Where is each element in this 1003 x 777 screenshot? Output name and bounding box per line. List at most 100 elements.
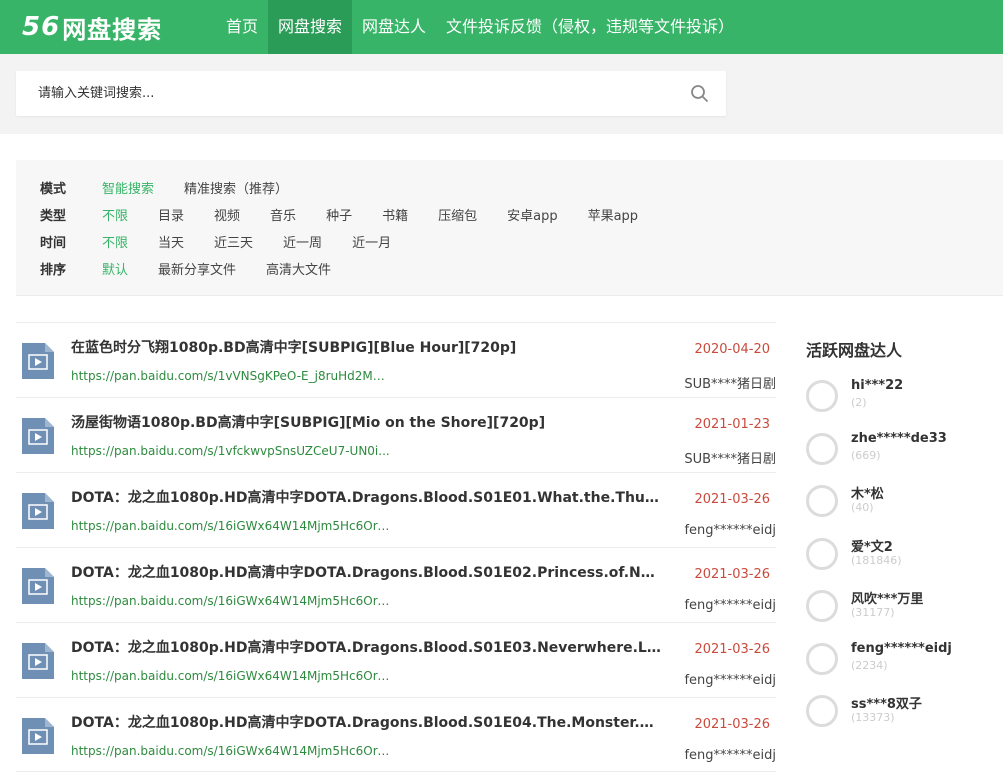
result-link[interactable]: https://pan.baidu.com/s/1vVNSgKPeO-E_j8r… — [71, 369, 391, 383]
uploader-item[interactable]: 风吹***万里 (31177) — [806, 588, 996, 628]
filter-sort-default[interactable]: 默认 — [102, 259, 128, 278]
result-link[interactable]: https://pan.baidu.com/s/1vfckwvpSnsUZCeU… — [71, 444, 391, 458]
result-uploader[interactable]: feng******eidj — [684, 748, 776, 763]
filter-type-book[interactable]: 书籍 — [382, 205, 408, 224]
uploader-count: (2) — [851, 396, 867, 409]
filter-type-ios-app[interactable]: 苹果app — [588, 205, 638, 224]
search-icon[interactable] — [690, 84, 710, 104]
uploader-count: (181846) — [851, 554, 902, 567]
uploader-name: 爱*文2 — [851, 540, 893, 555]
search-input[interactable] — [16, 71, 676, 116]
result-link[interactable]: https://pan.baidu.com/s/16iGWx64W14Mjm5H… — [71, 669, 391, 683]
filter-label: 排序 — [40, 262, 67, 278]
filter-type-torrent[interactable]: 种子 — [326, 205, 352, 224]
nav-complaint-feedback[interactable]: 文件投诉反馈（侵权，违规等文件投诉） — [436, 0, 744, 54]
result-date: 2020-04-20 — [694, 342, 770, 357]
result-title[interactable]: DOTA：龙之血1080p.HD高清中字DOTA.Dragons.Blood.S… — [71, 562, 661, 582]
result-uploader[interactable]: feng******eidj — [684, 523, 776, 538]
top-header: 56 网盘搜索 首页 网盘搜索 网盘达人 文件投诉反馈（侵权，违规等文件投诉） — [0, 0, 1003, 54]
filter-time-month[interactable]: 近一月 — [352, 232, 391, 251]
video-file-icon — [22, 418, 54, 454]
video-file-icon — [22, 493, 54, 529]
nav-home[interactable]: 首页 — [216, 0, 268, 54]
result-uploader[interactable]: SUB****猪日剧 — [684, 448, 776, 467]
filter-type-folder[interactable]: 目录 — [158, 205, 184, 224]
avatar-ring-icon — [806, 485, 838, 517]
result-date: 2021-03-26 — [694, 642, 770, 657]
video-file-icon — [22, 643, 54, 679]
filter-row-sort: 排序 默认 最新分享文件 高清大文件 — [40, 258, 361, 278]
result-item: DOTA：龙之血1080p.HD高清中字DOTA.Dragons.Blood.S… — [16, 547, 776, 622]
filter-sort-newest[interactable]: 最新分享文件 — [158, 259, 236, 278]
filter-mode-exact[interactable]: 精准搜索（推荐） — [184, 178, 288, 197]
result-item: DOTA：龙之血1080p.HD高清中字DOTA.Dragons.Blood.S… — [16, 622, 776, 697]
result-item: 在蓝色时分飞翔1080p.BD高清中字[SUBPIG][Blue Hour][7… — [16, 322, 776, 397]
search-box — [16, 71, 726, 116]
sidebar-title: 活跃网盘达人 — [806, 341, 903, 360]
uploader-count: (40) — [851, 501, 874, 514]
result-title[interactable]: DOTA：龙之血1080p.HD高清中字DOTA.Dragons.Blood.S… — [71, 487, 661, 507]
result-uploader[interactable]: SUB****猪日剧 — [684, 373, 776, 392]
video-file-icon — [22, 718, 54, 754]
video-file-icon — [22, 568, 54, 604]
nav-pan-search[interactable]: 网盘搜索 — [268, 0, 353, 54]
main-nav: 首页 网盘搜索 网盘达人 文件投诉反馈（侵权，违规等文件投诉） — [216, 0, 744, 54]
video-file-icon — [22, 343, 54, 379]
filter-type-android-app[interactable]: 安卓app — [507, 205, 557, 224]
uploader-item[interactable]: feng******eidj (2234) — [806, 641, 996, 681]
uploader-item[interactable]: hi***22 (2) — [806, 378, 996, 418]
result-link[interactable]: https://pan.baidu.com/s/16iGWx64W14Mjm5H… — [71, 519, 391, 533]
uploader-item[interactable]: 木*松 (40) — [806, 483, 996, 523]
filter-row-time: 时间 不限 当天 近三天 近一周 近一月 — [40, 231, 421, 251]
filter-type-video[interactable]: 视频 — [214, 205, 240, 224]
uploader-item[interactable]: zhe*****de33 (669) — [806, 431, 996, 471]
avatar-ring-icon — [806, 538, 838, 570]
avatar-ring-icon — [806, 433, 838, 465]
uploader-name: 风吹***万里 — [851, 592, 924, 607]
uploader-name: 木*松 — [851, 487, 884, 502]
filter-type-music[interactable]: 音乐 — [270, 205, 296, 224]
filter-label: 时间 — [40, 235, 67, 251]
filter-time-week[interactable]: 近一周 — [283, 232, 322, 251]
filter-time-3days[interactable]: 近三天 — [214, 232, 253, 251]
logo-text: 网盘搜索 — [62, 15, 163, 44]
uploader-name: hi***22 — [851, 378, 904, 393]
result-title[interactable]: 汤屋街物语1080p.BD高清中字[SUBPIG][Mio on the Sho… — [71, 412, 661, 432]
site-logo[interactable]: 56 网盘搜索 — [22, 10, 162, 44]
avatar-ring-icon — [806, 695, 838, 727]
result-link[interactable]: https://pan.baidu.com/s/16iGWx64W14Mjm5H… — [71, 744, 391, 758]
uploader-name: zhe*****de33 — [851, 431, 947, 446]
result-uploader[interactable]: feng******eidj — [684, 673, 776, 688]
uploader-item[interactable]: 爱*文2 (181846) — [806, 536, 996, 576]
filter-panel: 模式 智能搜索 精准搜索（推荐） 类型 不限 目录 视频 音乐 种子 书籍 压缩… — [16, 160, 1003, 296]
uploader-count: (31177) — [851, 606, 895, 619]
filter-type-archive[interactable]: 压缩包 — [438, 205, 477, 224]
search-band — [0, 54, 1003, 134]
avatar-ring-icon — [806, 590, 838, 622]
result-item: 汤屋街物语1080p.BD高清中字[SUBPIG][Mio on the Sho… — [16, 397, 776, 472]
filter-mode-smart[interactable]: 智能搜索 — [102, 178, 154, 197]
uploader-count: (2234) — [851, 659, 888, 672]
result-list: 在蓝色时分飞翔1080p.BD高清中字[SUBPIG][Blue Hour][7… — [16, 322, 776, 772]
logo-number: 56 — [22, 12, 61, 42]
result-title[interactable]: DOTA：龙之血1080p.HD高清中字DOTA.Dragons.Blood.S… — [71, 712, 661, 732]
result-date: 2021-03-26 — [694, 492, 770, 507]
nav-pan-experts[interactable]: 网盘达人 — [352, 0, 436, 54]
uploader-count: (13373) — [851, 711, 895, 724]
result-title[interactable]: DOTA：龙之血1080p.HD高清中字DOTA.Dragons.Blood.S… — [71, 637, 661, 657]
active-uploaders-sidebar: 活跃网盘达人 hi***22 (2) zhe*****de33 (669) 木*… — [806, 340, 996, 727]
result-item: DOTA：龙之血1080p.HD高清中字DOTA.Dragons.Blood.S… — [16, 697, 776, 772]
filter-label: 模式 — [40, 181, 67, 197]
filter-time-any[interactable]: 不限 — [102, 232, 128, 251]
result-date: 2021-03-26 — [694, 717, 770, 732]
filter-row-type: 类型 不限 目录 视频 音乐 种子 书籍 压缩包 安卓app 苹果app — [40, 204, 668, 224]
filter-time-today[interactable]: 当天 — [158, 232, 184, 251]
filter-sort-hd-large[interactable]: 高清大文件 — [266, 259, 331, 278]
filter-type-any[interactable]: 不限 — [102, 205, 128, 224]
result-uploader[interactable]: feng******eidj — [684, 598, 776, 613]
uploader-item[interactable]: ss***8双子 (13373) — [806, 693, 996, 733]
result-title[interactable]: 在蓝色时分飞翔1080p.BD高清中字[SUBPIG][Blue Hour][7… — [71, 337, 661, 357]
avatar-ring-icon — [806, 643, 838, 675]
result-link[interactable]: https://pan.baidu.com/s/16iGWx64W14Mjm5H… — [71, 594, 391, 608]
result-item: DOTA：龙之血1080p.HD高清中字DOTA.Dragons.Blood.S… — [16, 472, 776, 547]
